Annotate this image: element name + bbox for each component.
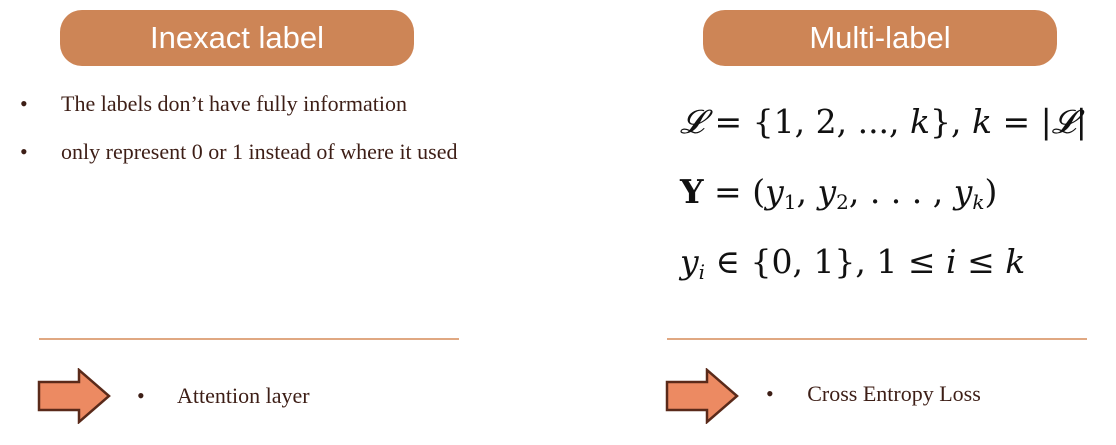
- attention-layer-text: Attention layer: [177, 383, 310, 408]
- attention-layer-item: • Attention layer: [137, 383, 310, 409]
- inexact-label-bullets: • The labels don’t have fully informatio…: [20, 86, 458, 182]
- right-arrow-icon: [37, 368, 111, 424]
- bullet-text: The labels don’t have fully information: [61, 91, 408, 116]
- equation-label-vector: Y = (y1, y2, . . . , yk): [680, 172, 998, 214]
- bullet-dot: •: [137, 383, 145, 408]
- left-divider: [39, 338, 459, 340]
- equation-label-set: 𝓛 = {1, 2, ..., k}, k = |𝓛|: [680, 102, 1087, 141]
- arrow-shape: [37, 368, 111, 424]
- multi-label-header: Multi-label: [703, 10, 1057, 66]
- bullet-dot: •: [766, 381, 774, 406]
- equation-label-domain: yi ∈ {0, 1}, 1 ≤ i ≤ k: [680, 242, 1026, 284]
- bullet-dot: •: [20, 91, 28, 116]
- bullet-dot: •: [20, 139, 28, 164]
- bullet-item: • only represent 0 or 1 instead of where…: [20, 134, 458, 182]
- multi-label-header-text: Multi-label: [809, 20, 951, 55]
- cross-entropy-text: Cross Entropy Loss: [807, 381, 981, 406]
- inexact-label-header-text: Inexact label: [149, 20, 325, 55]
- inexact-label-header: Inexact label: [60, 10, 414, 66]
- bullet-text: only represent 0 or 1 instead of where i…: [61, 139, 458, 164]
- arrow-shape: [665, 368, 739, 424]
- bullet-item: • The labels don’t have fully informatio…: [20, 86, 458, 134]
- right-divider: [667, 338, 1087, 340]
- right-arrow-icon: [665, 368, 739, 424]
- cross-entropy-item: • Cross Entropy Loss: [766, 381, 981, 407]
